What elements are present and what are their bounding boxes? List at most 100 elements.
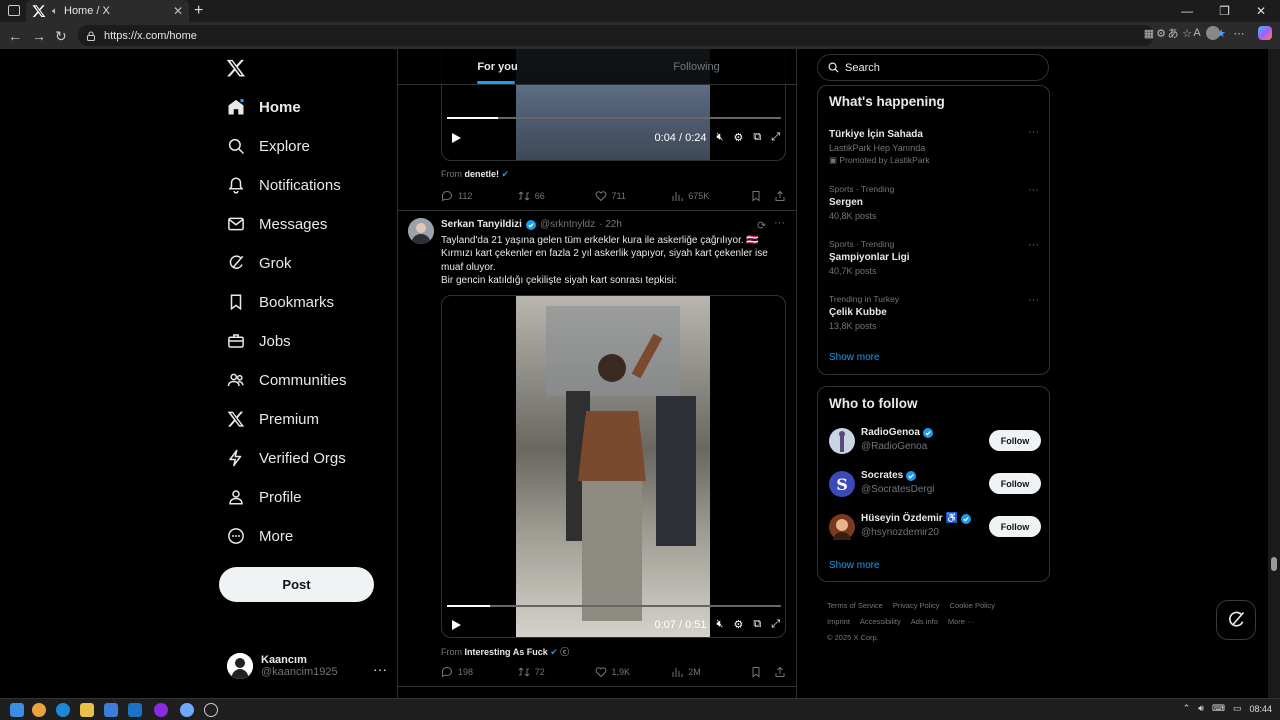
nav-item-jobs[interactable]: Jobs bbox=[227, 332, 291, 350]
lock-icon[interactable] bbox=[86, 31, 96, 41]
reply-button[interactable]: 198 bbox=[441, 666, 518, 678]
scrollbar-thumb[interactable] bbox=[1271, 557, 1277, 571]
play-icon[interactable] bbox=[450, 132, 462, 144]
app-icon[interactable] bbox=[204, 703, 218, 717]
follow-button[interactable]: Follow bbox=[989, 430, 1041, 451]
app-icon[interactable] bbox=[154, 703, 168, 717]
edge-icon[interactable] bbox=[56, 703, 70, 717]
file-explorer-icon[interactable] bbox=[80, 703, 94, 717]
copilot-icon[interactable] bbox=[1258, 26, 1272, 40]
show-more-link[interactable]: Show more bbox=[829, 560, 880, 571]
repost-button[interactable]: 72 bbox=[518, 666, 595, 678]
trend-item[interactable]: Sports · Trending Sergen 40,8K posts ··· bbox=[829, 184, 1039, 221]
footer-link[interactable]: More ··· bbox=[948, 617, 975, 626]
more-horizontal-icon[interactable]: ··· bbox=[373, 661, 387, 677]
keyboard-icon[interactable]: ⌨ bbox=[1212, 703, 1225, 714]
bookmark-icon[interactable] bbox=[750, 190, 762, 202]
fullscreen-icon[interactable]: ⤢ bbox=[771, 618, 780, 631]
extensions-icon[interactable]: ⚙ bbox=[1154, 26, 1168, 40]
like-button[interactable]: 711 bbox=[595, 190, 672, 202]
nav-item-explore[interactable]: Explore bbox=[227, 137, 310, 155]
speaker-icon[interactable]: 🔈︎ bbox=[52, 6, 58, 17]
grok-floating-button[interactable] bbox=[1216, 600, 1256, 640]
nav-item-premium[interactable]: Premium bbox=[227, 410, 319, 428]
nav-item-notifications[interactable]: Notifications bbox=[227, 176, 341, 194]
clock[interactable]: 08:44 bbox=[1249, 704, 1272, 714]
settings-icon[interactable]: ⚙ bbox=[733, 618, 743, 631]
footer-link[interactable]: Imprint bbox=[827, 617, 850, 626]
post-button[interactable]: Post bbox=[219, 567, 374, 602]
views-button[interactable]: 675K bbox=[671, 190, 750, 202]
avatar[interactable] bbox=[408, 218, 434, 244]
mute-icon[interactable]: 🔇︎ bbox=[717, 131, 724, 144]
nav-item-bookmarks[interactable]: Bookmarks bbox=[227, 293, 334, 311]
source-name[interactable]: Interesting As Fuck bbox=[465, 647, 548, 657]
author-handle[interactable]: @srkntnyldz bbox=[540, 219, 595, 230]
source-name[interactable]: denetle! bbox=[465, 169, 500, 179]
footer-link[interactable]: Ads info bbox=[911, 617, 938, 626]
new-tab-button[interactable]: + bbox=[194, 2, 203, 20]
browser-tab[interactable]: 🔈︎ Home / X ✕ bbox=[26, 0, 189, 22]
nav-item-communities[interactable]: Communities bbox=[227, 371, 347, 389]
footer-link[interactable]: Privacy Policy bbox=[893, 601, 940, 610]
settings-icon[interactable]: ⚙ bbox=[733, 131, 743, 144]
footer-link[interactable]: Accessibility bbox=[860, 617, 901, 626]
tweet-time[interactable]: · 22h bbox=[599, 219, 622, 230]
grok-icon[interactable]: ⟳ bbox=[757, 219, 766, 232]
fullscreen-icon[interactable]: ⤢ bbox=[771, 131, 780, 144]
x-logo-icon[interactable] bbox=[226, 58, 246, 78]
nav-item-verified-orgs[interactable]: Verified Orgs bbox=[227, 449, 346, 467]
follow-button[interactable]: Follow bbox=[989, 516, 1041, 537]
trend-item[interactable]: Trending in Turkey Çelik Kubbe 13,8K pos… bbox=[829, 294, 1039, 331]
tab-following[interactable]: Following bbox=[597, 49, 796, 84]
trend-item[interactable]: Sports · Trending Şampiyonlar Ligi 40,7K… bbox=[829, 239, 1039, 276]
start-icon[interactable] bbox=[10, 703, 24, 717]
follow-suggestion[interactable]: S Socrates @SocratesDergi Follow bbox=[829, 470, 1041, 500]
more-horizontal-icon[interactable]: ··· bbox=[1028, 294, 1039, 306]
trend-item[interactable]: Türkiye İçin Sahada LastikPark Hep Yanın… bbox=[829, 126, 1039, 166]
reply-button[interactable]: 112 bbox=[441, 190, 518, 202]
account-switcher[interactable]: Kaancım @kaancim1925 ··· bbox=[227, 653, 387, 679]
tab-for-you[interactable]: For you bbox=[398, 49, 597, 84]
refresh-icon[interactable]: ↻ bbox=[55, 28, 67, 45]
bookmark-icon[interactable] bbox=[750, 666, 762, 678]
play-icon[interactable] bbox=[450, 619, 462, 631]
nav-item-more[interactable]: More bbox=[227, 527, 293, 545]
widget-icon[interactable] bbox=[32, 703, 46, 717]
app-icon[interactable] bbox=[180, 703, 194, 717]
pip-icon[interactable]: ⧉ bbox=[753, 618, 761, 631]
battery-icon[interactable]: ▭ bbox=[1233, 703, 1242, 714]
url-field[interactable]: https://x.com/home bbox=[78, 25, 1154, 46]
like-button[interactable]: 1,9K bbox=[595, 666, 672, 678]
mute-icon[interactable]: 🔇︎ bbox=[717, 618, 724, 631]
nav-item-grok[interactable]: Grok bbox=[227, 254, 292, 272]
author-name[interactable]: Serkan Tanyildizi bbox=[441, 219, 522, 230]
footer-link[interactable]: Cookie Policy bbox=[950, 601, 995, 610]
outlook-icon[interactable] bbox=[128, 703, 142, 717]
share-icon[interactable] bbox=[774, 666, 786, 678]
sidebar-toggle-icon[interactable] bbox=[8, 5, 20, 16]
share-icon[interactable] bbox=[774, 190, 786, 202]
more-horizontal-icon[interactable]: ··· bbox=[1028, 184, 1039, 196]
back-icon[interactable]: ← bbox=[8, 28, 22, 44]
nav-item-home[interactable]: Home bbox=[227, 98, 301, 116]
more-horizontal-icon[interactable]: ··· bbox=[1028, 126, 1039, 138]
video-player[interactable]: 0:07 / 0:51 🔇︎ ⚙ ⧉ ⤢ bbox=[441, 295, 786, 638]
search-input[interactable]: Search bbox=[817, 54, 1049, 81]
repost-button[interactable]: 66 bbox=[518, 190, 595, 202]
show-more-link[interactable]: Show more bbox=[829, 352, 880, 363]
views-button[interactable]: 2M bbox=[671, 666, 750, 678]
follow-suggestion[interactable]: RadioGenoa @RadioGenoa Follow bbox=[829, 427, 1041, 457]
video-progress[interactable] bbox=[447, 117, 781, 119]
nav-item-profile[interactable]: Profile bbox=[227, 488, 302, 506]
follow-suggestion[interactable]: Hüseyin Özdemir ♿ @hsynozdemir20 Follow bbox=[829, 513, 1041, 543]
page-scrollbar[interactable] bbox=[1268, 49, 1280, 698]
collections-icon[interactable]: ☆ bbox=[1180, 26, 1194, 40]
chevron-up-icon[interactable]: ⌃ bbox=[1183, 703, 1191, 714]
volume-icon[interactable]: 🔊︎ bbox=[1198, 703, 1204, 714]
store-icon[interactable] bbox=[104, 703, 118, 717]
tab-close-icon[interactable]: ✕ bbox=[173, 4, 183, 18]
pip-icon[interactable]: ⧉ bbox=[753, 131, 761, 144]
more-horizontal-icon[interactable]: ··· bbox=[1028, 239, 1039, 251]
forward-icon[interactable]: → bbox=[32, 28, 46, 44]
